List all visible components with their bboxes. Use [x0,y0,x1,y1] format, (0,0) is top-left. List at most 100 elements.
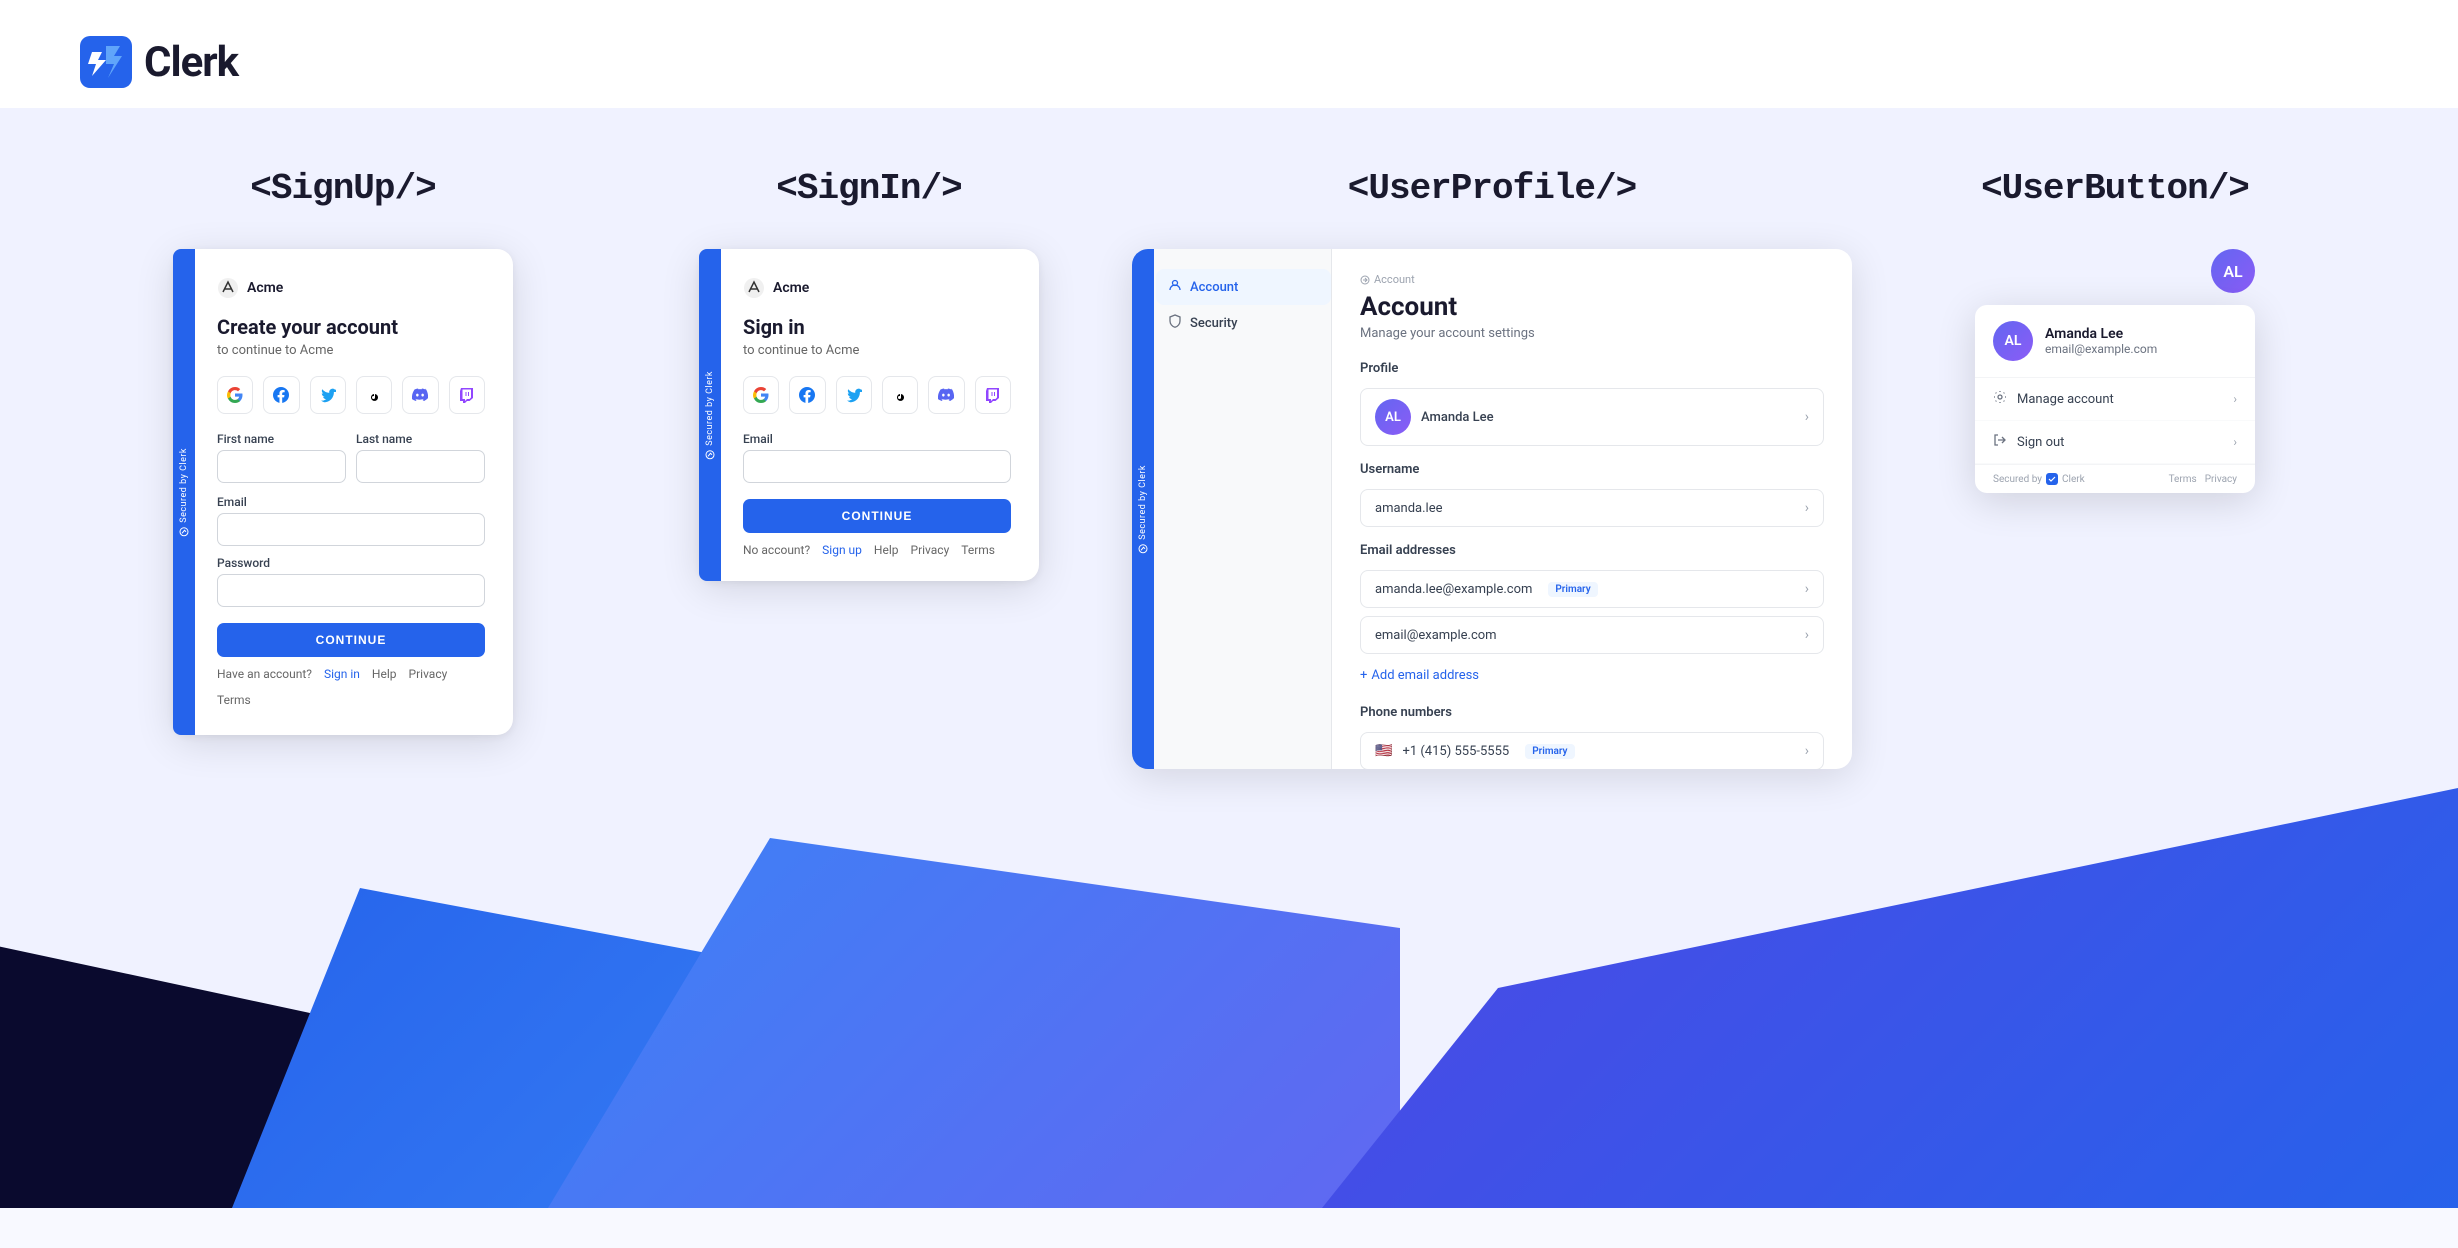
profile-email-primary-chevron: › [1805,581,1809,597]
signup-card: Secured by Clerk Acme Create your accoun… [173,249,513,735]
profile-email-secondary-row[interactable]: email@example.com › [1360,616,1824,654]
profile-email-primary-value: amanda.lee@example.com [1375,582,1532,597]
top-bar: Clerk [0,0,2458,108]
signup-have-account-text: Have an account? [217,667,312,681]
dropdown-secured-by-text: Secured by [1993,474,2042,485]
signup-firstname-label: First name [217,432,346,446]
dropdown-user-name: Amanda Lee [2045,326,2157,342]
profile-add-email-link[interactable]: + Add email address [1360,662,1824,689]
profile-email-primary-badge: Primary [1548,582,1597,597]
signup-password-input[interactable] [217,574,485,607]
signup-lastname-group: Last name [356,432,485,483]
signin-email-group: Email [743,432,1011,483]
signin-privacy-link[interactable]: Privacy [911,543,950,557]
signup-email-label: Email [217,495,485,509]
signup-privacy-link[interactable]: Privacy [409,667,448,681]
signup-acme-name: Acme [247,280,283,296]
profile-email-primary-left: amanda.lee@example.com Primary [1375,582,1598,597]
signin-section: <SignIn/> Secured by Clerk Acme [606,168,1132,769]
main-content: <SignUp/> Secured by Clerk Ac [0,108,2458,1208]
account-icon [1168,278,1182,296]
signin-discord-btn[interactable] [928,376,964,414]
userprofile-title: <UserProfile/> [1348,168,1636,209]
profile-phone-row[interactable]: 🇺🇸 +1 (415) 555-5555 Primary › [1360,732,1824,769]
profile-add-email-text: Add email address [1371,668,1479,683]
signin-no-account-text: No account? [743,543,810,557]
profile-user-row[interactable]: AL Amanda Lee › [1360,388,1824,446]
signup-name-row: First name Last name [217,432,485,483]
signup-email-group: Email [217,495,485,546]
signup-tiktok-btn[interactable] [356,376,392,414]
signin-facebook-btn[interactable] [789,376,825,414]
profile-username-row[interactable]: amanda.lee › [1360,489,1824,527]
signin-secured-text: Secured by Clerk [705,371,715,460]
signin-social-icons [743,376,1011,414]
signin-signup-link[interactable]: Sign up [822,543,862,557]
profile-secured-text: Secured by Clerk [1138,465,1148,554]
signup-twitter-btn[interactable] [310,376,346,414]
dropdown-terms-link[interactable]: Terms [2169,474,2197,485]
sections-row: <SignUp/> Secured by Clerk Ac [80,168,2378,769]
signup-terms-link[interactable]: Terms [217,693,251,707]
profile-phone-value: +1 (415) 555-5555 [1402,744,1509,759]
signup-twitch-btn[interactable] [449,376,485,414]
signin-acme-name: Acme [773,280,809,296]
profile-nav-account-label: Account [1190,280,1238,295]
profile-user-avatar: AL [1375,399,1411,435]
signup-lastname-input[interactable] [356,450,485,483]
profile-email-secondary-chevron: › [1805,627,1809,643]
dropdown-signout-label: Sign out [2017,435,2064,450]
signup-continue-btn[interactable]: CONTINUE [217,623,485,657]
signin-twitter-btn[interactable] [836,376,872,414]
signup-footer: Have an account? Sign in Help Privacy Te… [217,667,485,707]
signup-discord-btn[interactable] [402,376,438,414]
signin-email-input[interactable] [743,450,1011,483]
signin-email-label: Email [743,432,1011,446]
signup-email-input[interactable] [217,513,485,546]
profile-nav: Account Security [1132,269,1331,341]
profile-user-row-left: AL Amanda Lee [1375,399,1494,435]
signin-terms-link[interactable]: Terms [961,543,995,557]
signup-firstname-group: First name [217,432,346,483]
userprofile-section: <UserProfile/> Secured by Clerk [1132,168,1852,769]
profile-page-subtitle: Manage your account settings [1360,326,1824,341]
profile-username-value: amanda.lee [1375,501,1443,516]
signin-title: <SignIn/> [776,168,961,209]
profile-nav-account[interactable]: Account [1156,269,1331,305]
signup-social-icons [217,376,485,414]
signin-google-btn[interactable] [743,376,779,414]
signup-card-title: Create your account [217,315,485,339]
signup-signin-link[interactable]: Sign in [324,667,360,681]
signin-tiktok-btn[interactable] [882,376,918,414]
signup-help-link[interactable]: Help [372,667,397,681]
profile-nav-security-label: Security [1190,316,1237,331]
signup-firstname-input[interactable] [217,450,346,483]
signin-secured-sidebar: Secured by Clerk [699,249,721,581]
dropdown-signout-item[interactable]: Sign out › [1975,421,2255,464]
gear-icon [1993,390,2007,408]
profile-phone-chevron: › [1805,743,1809,759]
profile-breadcrumb: Account [1360,273,1824,286]
signin-card-subtitle: to continue to Acme [743,343,1011,358]
user-avatar-button[interactable]: AL [2211,249,2255,293]
dropdown-user-details: Amanda Lee email@example.com [2045,326,2157,356]
signout-icon [1993,433,2007,451]
profile-user-chevron: › [1805,409,1809,425]
signup-acme-icon [217,277,239,299]
signin-continue-btn[interactable]: CONTINUE [743,499,1011,533]
signup-google-btn[interactable] [217,376,253,414]
profile-nav-security[interactable]: Security [1156,305,1331,341]
userprofile-container: Secured by Clerk Account [1132,249,1852,769]
userbutton-section: <UserButton/> AL AL Amanda Lee email@exa… [1852,168,2378,769]
signin-acme-icon [743,277,765,299]
clerk-logo-text: Clerk [144,38,238,87]
signup-facebook-btn[interactable] [263,376,299,414]
dropdown-privacy-link[interactable]: Privacy [2205,474,2237,485]
userbutton-title: <UserButton/> [1981,168,2249,209]
signin-twitch-btn[interactable] [975,376,1011,414]
dropdown-manage-account-item[interactable]: Manage account › [1975,378,2255,421]
signin-card-logo: Acme [743,277,1011,299]
signin-help-link[interactable]: Help [874,543,899,557]
profile-email-primary-row[interactable]: amanda.lee@example.com Primary › [1360,570,1824,608]
userbutton-container: AL AL Amanda Lee email@example.com Mana [1975,249,2255,493]
